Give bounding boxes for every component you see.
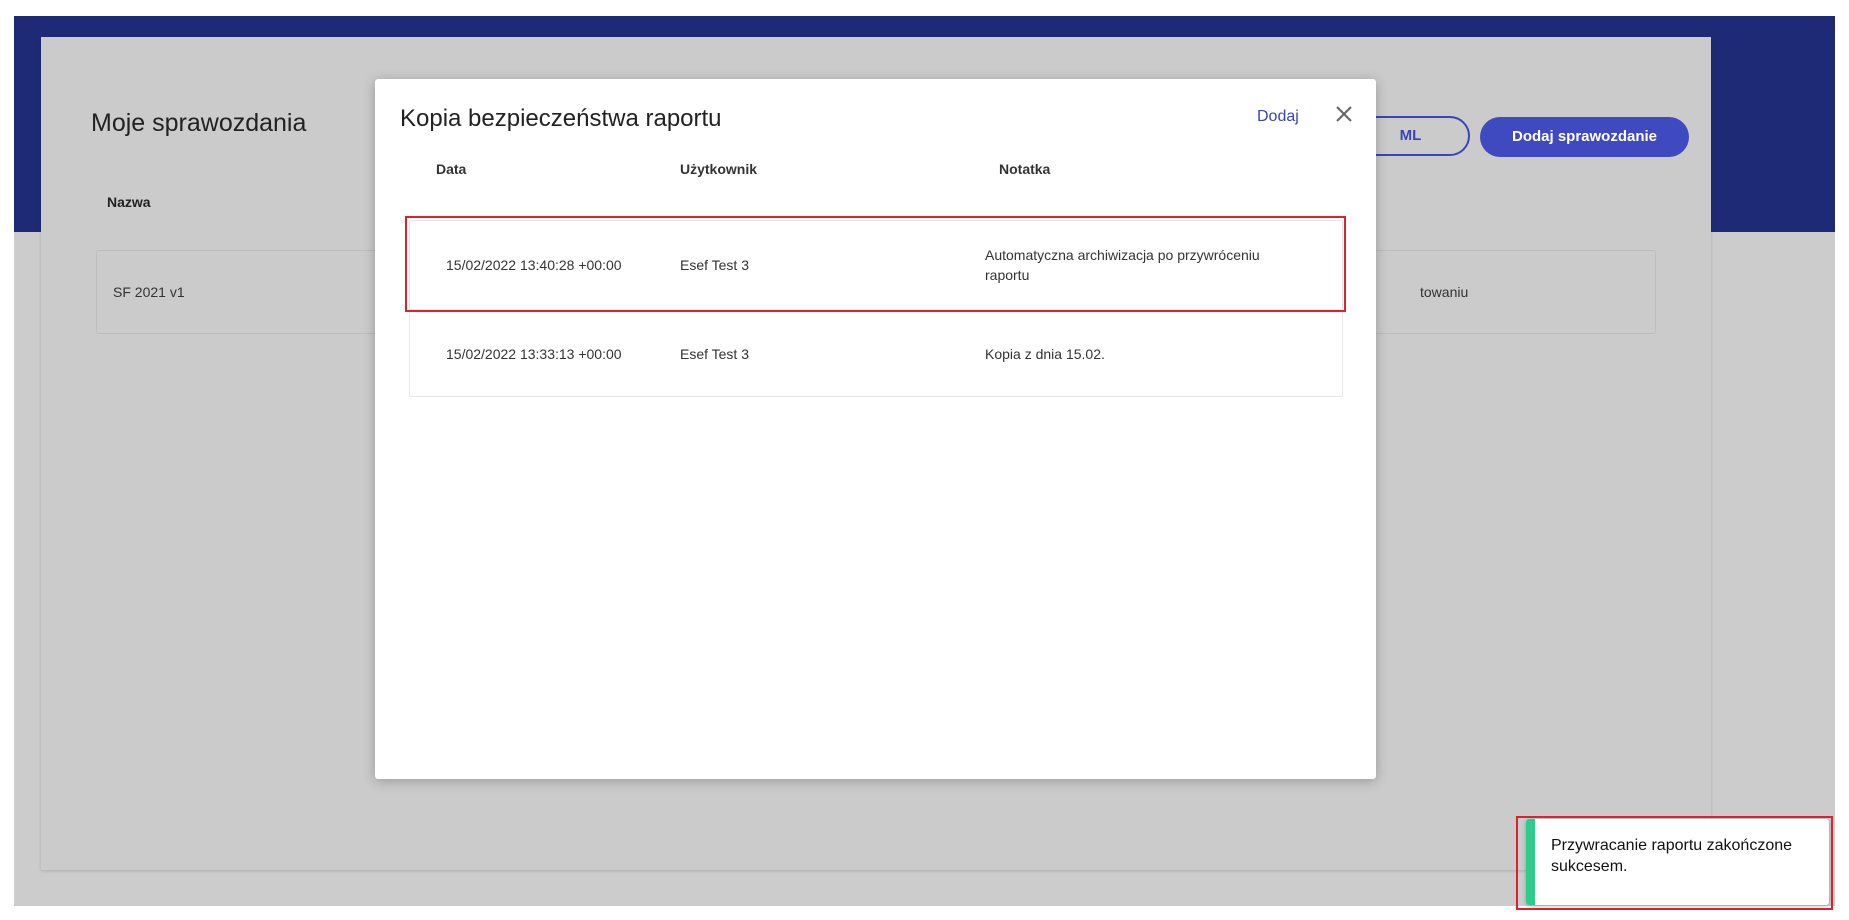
backup-row[interactable]: 15/02/2022 13:33:13 +00:00 Esef Test 3 K… [410, 309, 1342, 396]
backup-date: 15/02/2022 13:33:13 +00:00 [446, 346, 622, 362]
close-icon[interactable] [1333, 103, 1355, 125]
backup-note: Kopia z dnia 15.02. [985, 346, 1105, 362]
backup-modal: Kopia bezpieczeństwa raportu Dodaj Data … [375, 79, 1376, 779]
close-icon-glyph [1336, 106, 1352, 122]
column-header-date: Data [436, 161, 467, 177]
highlight-box [1516, 816, 1833, 910]
add-report-button[interactable]: Dodaj sprawozdanie [1480, 117, 1689, 157]
column-header-name: Nazwa [107, 194, 151, 210]
report-name: SF 2021 v1 [113, 284, 185, 300]
page-title: Moje sprawozdania [91, 109, 307, 137]
modal-title: Kopia bezpieczeństwa raportu [400, 105, 722, 132]
column-header-note: Notatka [999, 161, 1051, 177]
column-header-user: Użytkownik [680, 161, 758, 177]
report-status: towaniu [1420, 284, 1469, 300]
backup-user: Esef Test 3 [680, 346, 750, 362]
add-backup-button[interactable]: Dodaj [1257, 108, 1299, 126]
highlight-box [405, 216, 1346, 312]
